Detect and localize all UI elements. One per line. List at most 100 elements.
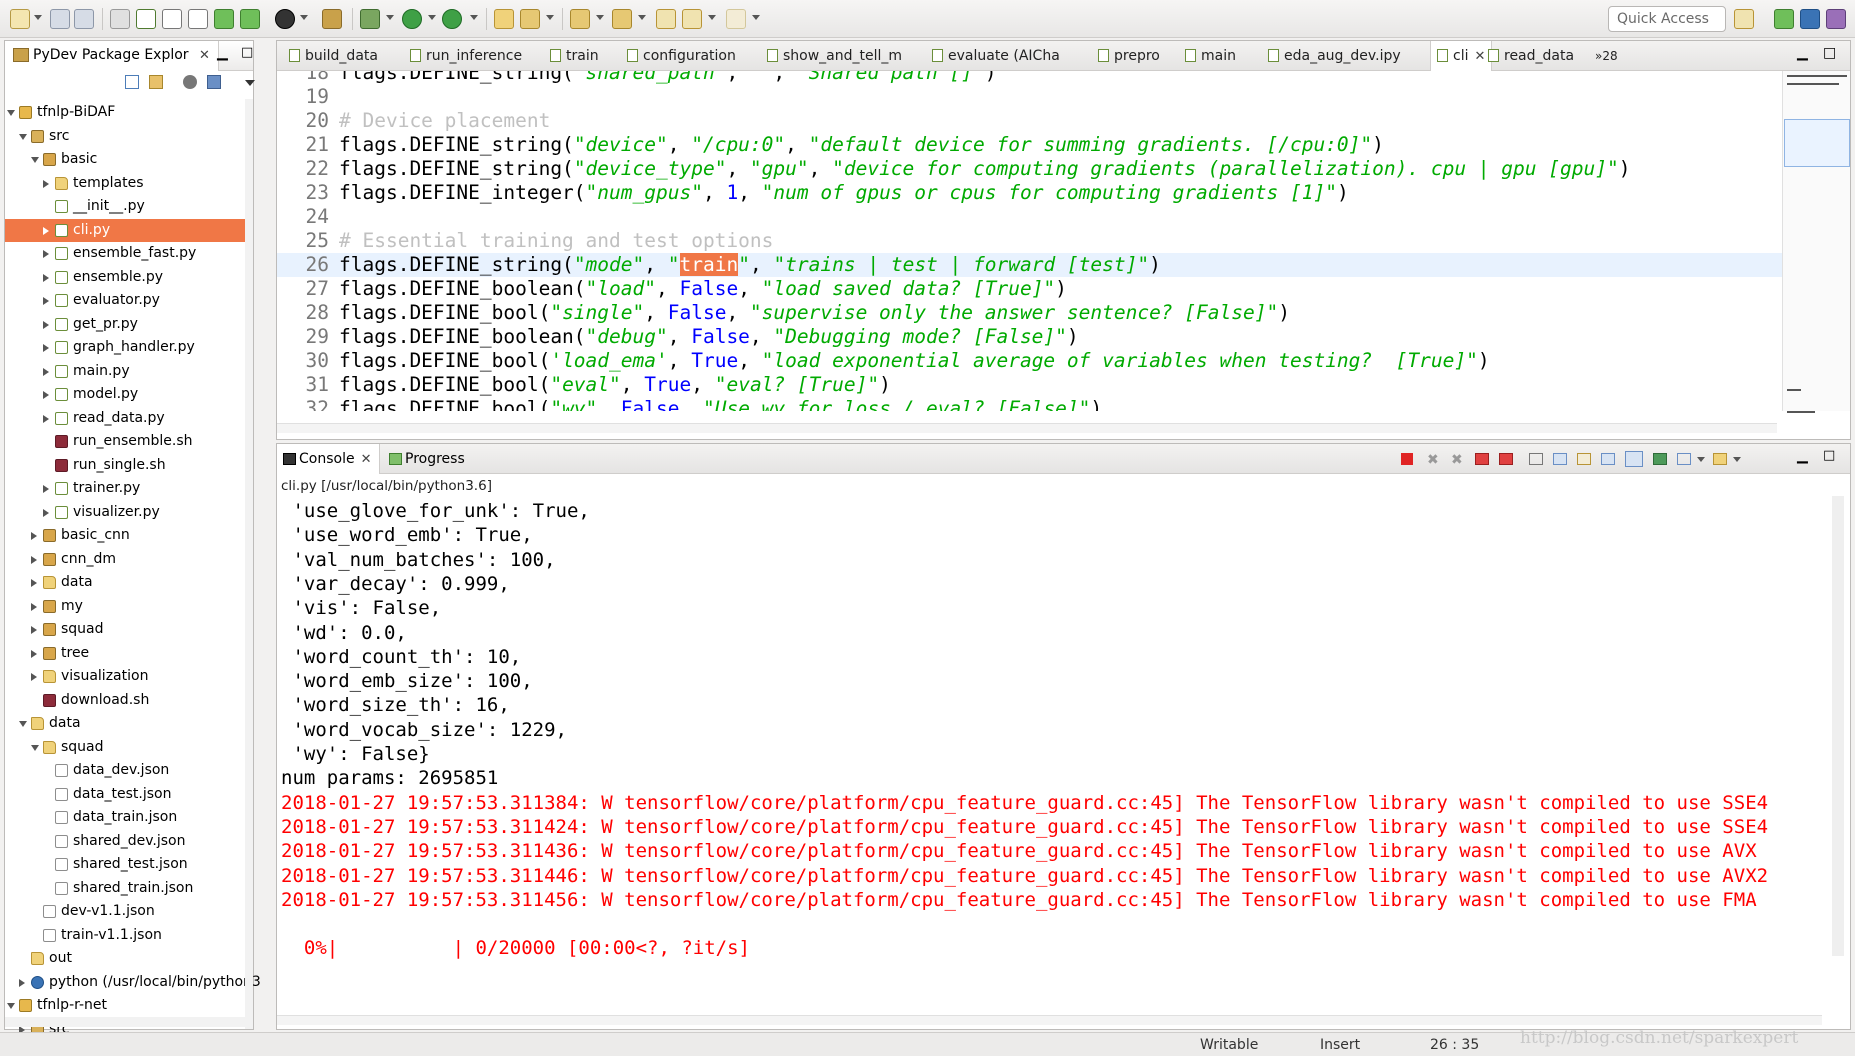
tree-item[interactable]: shared_test.json (5, 853, 240, 876)
code-line[interactable]: 23 flags.DEFINE_integer("num_gpus", 1, "n… (277, 181, 1782, 205)
code-line[interactable]: 24 (277, 205, 1782, 229)
search-icon[interactable] (520, 9, 540, 29)
editor-tab-main[interactable]: main (1179, 41, 1236, 71)
collapsed-arrow-icon[interactable] (31, 649, 37, 658)
tree-item[interactable]: get_pr.py (5, 313, 240, 336)
collapse-all-icon[interactable] (125, 75, 139, 89)
java-perspective-icon[interactable] (1826, 9, 1846, 29)
package-explorer-tab[interactable]: PyDev Package Explor ✕ (5, 41, 219, 71)
collapsed-arrow-icon[interactable] (43, 179, 49, 188)
toggle-icon[interactable] (110, 9, 130, 29)
open-perspective-icon[interactable] (1734, 9, 1754, 29)
terminate-icon[interactable] (1401, 453, 1413, 465)
clear-console-icon[interactable] (1529, 453, 1543, 465)
tree-item[interactable]: tfnlp-r-net (5, 994, 240, 1017)
explorer-horizontal-scrollbar[interactable] (5, 1017, 245, 1027)
quick-access-input[interactable]: Quick Access (1608, 6, 1726, 32)
code-area[interactable]: 18 flags.DEFINE_string("shared_path", "",… (277, 71, 1782, 411)
editor-tab-eda-aug-dev-ipy[interactable]: eda_aug_dev.ipy (1262, 41, 1401, 71)
new-console-dropdown-icon[interactable] (1733, 457, 1741, 462)
maximize-icon[interactable]: □ (241, 45, 253, 60)
new-dropdown-icon[interactable] (34, 15, 42, 20)
collapsed-arrow-icon[interactable] (31, 555, 37, 564)
tree-item[interactable]: my (5, 595, 240, 618)
code-line[interactable]: 20 # Device placement (277, 109, 1782, 133)
collapsed-arrow-icon[interactable] (43, 320, 49, 329)
tree-item[interactable]: dev-v1.1.json (5, 900, 240, 923)
python-package-icon[interactable] (240, 9, 260, 29)
pin-console-icon[interactable] (1625, 451, 1643, 467)
minimize-icon[interactable]: ▁ (217, 45, 228, 61)
tree-item[interactable]: data (5, 571, 240, 594)
editor-tab-show-and-tell-m[interactable]: show_and_tell_m (761, 41, 902, 71)
python-module-icon[interactable] (214, 9, 234, 29)
editor-tab-run-inference[interactable]: run_inference (404, 41, 522, 71)
collapsed-arrow-icon[interactable] (43, 250, 49, 258)
back-icon[interactable] (682, 9, 702, 29)
code-line[interactable]: 28 flags.DEFINE_bool("single", False, "su… (277, 301, 1782, 325)
collapsed-arrow-icon[interactable] (43, 367, 49, 376)
expanded-arrow-icon[interactable] (7, 110, 15, 116)
expanded-arrow-icon[interactable] (31, 157, 39, 163)
tree-item[interactable]: data_dev.json (5, 759, 240, 782)
tree-item[interactable]: python (/usr/local/bin/python3 (5, 971, 261, 994)
overview-viewport[interactable] (1784, 119, 1850, 167)
collapsed-arrow-icon[interactable] (31, 532, 37, 540)
code-line[interactable]: 31 flags.DEFINE_bool("eval", True, "eval?… (277, 373, 1782, 397)
expanded-arrow-icon[interactable] (31, 744, 39, 751)
collapsed-arrow-icon[interactable] (43, 297, 49, 305)
editor-tab-evaluate-aicha[interactable]: evaluate (AICha (926, 41, 1060, 71)
next-annotation-icon[interactable] (570, 9, 590, 29)
tree-item[interactable]: cnn_dm (5, 548, 240, 571)
close-icon[interactable]: ✕ (199, 48, 210, 63)
tree-item[interactable]: templates (5, 172, 240, 195)
properties-icon[interactable] (188, 9, 208, 29)
next-annotation-dropdown-icon[interactable] (596, 15, 604, 20)
tree-item[interactable]: visualization (5, 665, 240, 688)
last-edit-icon[interactable] (656, 9, 676, 29)
console-tab-console[interactable]: Console ✕ (277, 444, 381, 474)
forward-dropdown-icon[interactable] (752, 15, 760, 20)
tree-item[interactable]: squad (5, 736, 240, 759)
console-horizontal-scrollbar[interactable] (277, 1015, 1822, 1025)
expanded-arrow-icon[interactable] (19, 721, 27, 727)
editor-tab-configuration[interactable]: configuration (621, 41, 736, 71)
collapsed-arrow-icon[interactable] (43, 391, 49, 399)
editor-maximize-icon[interactable]: □ (1823, 45, 1836, 61)
open-console-dropdown-icon[interactable] (1697, 457, 1705, 462)
external-tools-icon[interactable] (442, 9, 462, 29)
code-line[interactable]: 27 flags.DEFINE_boolean("load", False, "l… (277, 277, 1782, 301)
tree-item[interactable]: model.py (5, 383, 240, 406)
run-icon[interactable] (402, 9, 422, 29)
more-tabs-button[interactable]: »28 (1595, 41, 1618, 71)
display-selected-console-icon[interactable] (1653, 453, 1667, 465)
customize-view-icon[interactable] (207, 75, 221, 89)
back-dropdown-icon[interactable] (708, 15, 716, 20)
tree-item[interactable]: squad (5, 618, 240, 641)
code-line[interactable]: 21 flags.DEFINE_string("device", "/cpu:0"… (277, 133, 1782, 157)
new-console-icon[interactable] (1713, 453, 1727, 465)
collapsed-arrow-icon[interactable] (43, 485, 49, 493)
stop-icon[interactable] (1475, 453, 1489, 465)
view-menu-icon[interactable] (245, 80, 255, 86)
tree-item[interactable]: main.py (5, 360, 240, 383)
pydev-dropdown-icon[interactable] (300, 15, 308, 20)
tree-item[interactable]: tfnlp-BiDAF (5, 101, 240, 124)
run-dropdown-icon[interactable] (428, 15, 436, 20)
tree-item[interactable]: out (5, 947, 240, 970)
code-line[interactable]: 25 # Essential training and test options (277, 229, 1782, 253)
collapsed-arrow-icon[interactable] (19, 978, 25, 987)
tree-item[interactable]: download.sh (5, 689, 240, 712)
console-maximize-icon[interactable]: □ (1823, 448, 1835, 463)
tree-item[interactable]: graph_handler.py (5, 336, 240, 359)
collapsed-arrow-icon[interactable] (31, 673, 37, 681)
collapsed-arrow-icon[interactable] (43, 273, 49, 282)
collapsed-arrow-icon[interactable] (43, 344, 49, 352)
pydev-icon[interactable] (275, 9, 295, 29)
close-tab-icon[interactable]: ✕ (361, 452, 372, 467)
expanded-arrow-icon[interactable] (7, 1003, 15, 1009)
new-icon[interactable] (10, 9, 30, 29)
collapsed-arrow-icon[interactable] (31, 602, 37, 611)
current-code-line[interactable]: 26 flags.DEFINE_string("mode", "train", "… (277, 253, 1782, 277)
debug-perspective-icon[interactable] (1774, 9, 1794, 29)
